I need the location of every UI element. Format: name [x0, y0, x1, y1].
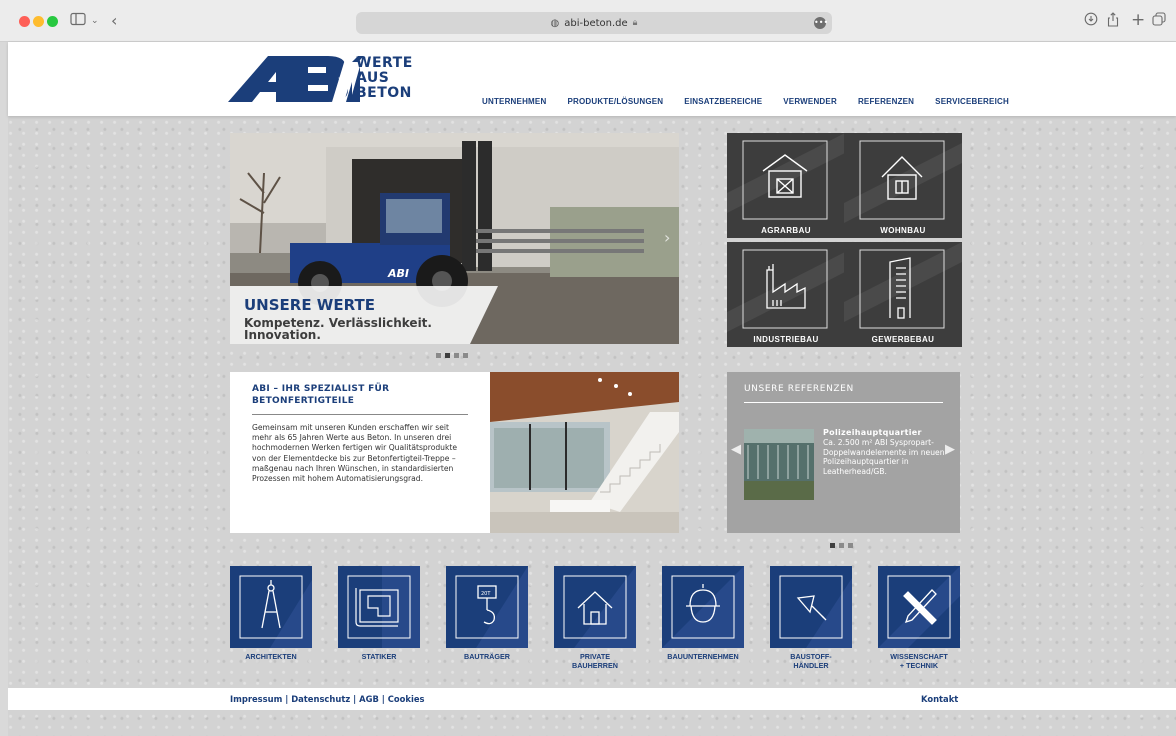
new-tab-icon[interactable]: + — [1131, 12, 1145, 29]
target-group-statiker[interactable]: STATIKER — [338, 566, 420, 661]
slider-dot[interactable] — [839, 543, 844, 548]
reference-title: Polizeihauptquartier — [823, 428, 922, 437]
nav-item-verwender[interactable]: VERWENDER — [783, 97, 837, 106]
tagline-line: AUS — [356, 70, 390, 86]
footer-link-cookies[interactable]: Cookies — [388, 694, 425, 704]
intro-body: Gemeinsam mit unseren Kunden erschaffen … — [252, 423, 458, 484]
target-group-private-bauherren[interactable]: PRIVATE BAUHERREN — [554, 566, 636, 670]
references-panel: UNSERE REFERENZEN ◀ Polizeihauptquartier… — [727, 372, 960, 533]
references-next-arrow[interactable]: ▶ — [945, 442, 955, 457]
references-title: UNSERE REFERENZEN — [744, 384, 854, 394]
target-group-label: PRIVATE BAUHERREN — [572, 652, 618, 670]
hero-slider[interactable]: ABI UNSERE WERTE Kompetenz. Verlässlichk… — [230, 133, 679, 344]
divider — [744, 402, 943, 403]
forklift-badge: ABI — [387, 267, 409, 280]
target-group-tile[interactable] — [338, 566, 420, 648]
hero-slider-dots — [436, 353, 468, 358]
target-group-bautraeger[interactable]: 20T BAUTRÄGER — [446, 566, 528, 661]
slider-dot[interactable] — [454, 353, 459, 358]
target-group-label: BAUUNTERNEHMEN — [667, 652, 739, 661]
slider-dot[interactable] — [436, 353, 441, 358]
target-group-tile[interactable] — [662, 566, 744, 648]
references-slider-dots — [830, 543, 853, 548]
main-navigation: UNTERNEHMEN PRODUKTE/LÖSUNGEN EINSATZBER… — [482, 97, 1030, 106]
category-tile-industriebau[interactable]: INDUSTRIEBAU — [727, 242, 845, 347]
category-tile-wohnbau[interactable]: WOHNBAU — [844, 133, 962, 238]
site-footer: Impressum | Datenschutz | AGB | Cookies … — [8, 688, 1176, 710]
footer-link-datenschutz[interactable]: Datenschutz — [291, 694, 350, 704]
target-group-label: BAUTRÄGER — [464, 652, 510, 661]
target-group-architekten[interactable]: ARCHITEKTEN — [230, 566, 312, 661]
slider-dot-active[interactable] — [830, 543, 835, 548]
tagline-line: WERTE — [356, 55, 413, 71]
nav-item-servicebereich[interactable]: SERVICEBEREICH — [935, 97, 1009, 106]
footer-link-agb[interactable]: AGB — [359, 694, 379, 704]
target-group-tile[interactable] — [878, 566, 960, 648]
target-group-tile[interactable] — [230, 566, 312, 648]
hero-subtitle: Kompetenz. Verlässlichkeit. Innovation. — [244, 316, 432, 342]
divider — [252, 414, 468, 415]
page-menu-icon[interactable]: ••• — [814, 17, 828, 29]
intro-panel: ABI – IHR SPEZIALIST FÜR BETONFERTIGTEIL… — [230, 372, 490, 533]
lock-icon: 🔒︎ — [632, 18, 638, 28]
maximize-window-button[interactable] — [47, 16, 58, 27]
sidebar-toggle-icon[interactable] — [70, 12, 86, 31]
minimize-window-button[interactable] — [33, 16, 44, 27]
category-tile-gewerbebau[interactable]: GEWERBEBAU — [844, 242, 962, 347]
website-page: WERTE AUS BETON UNTERNEHMEN PRODUKTE/LÖS… — [8, 42, 1176, 736]
footer-link-impressum[interactable]: Impressum — [230, 694, 282, 704]
share-icon[interactable] — [1107, 12, 1119, 32]
footer-separator: | — [350, 694, 360, 704]
trowel-icon — [796, 595, 827, 621]
nav-item-produkte[interactable]: PRODUKTE/LÖSUNGEN — [567, 97, 663, 106]
reference-image[interactable] — [744, 429, 814, 500]
footer-separator: | — [282, 694, 292, 704]
address-bar[interactable]: ◍ abi-beton.de 🔒︎ ••• — [356, 12, 832, 34]
url-text: abi-beton.de — [564, 17, 628, 29]
staircase-image — [490, 372, 679, 533]
tab-overview-icon[interactable] — [1152, 12, 1166, 31]
target-group-label: STATIKER — [361, 652, 397, 661]
intro-title: ABI – IHR SPEZIALIST FÜR BETONFERTIGTEIL… — [252, 384, 390, 406]
nav-item-referenzen[interactable]: REFERENZEN — [858, 97, 914, 106]
download-icon[interactable] — [1084, 12, 1098, 31]
slider-dot[interactable] — [463, 353, 468, 358]
tagline-line: BETON — [356, 85, 412, 101]
chevron-down-icon[interactable]: ⌄ — [91, 12, 99, 30]
logo-tagline: WERTE AUS BETON — [356, 56, 413, 101]
references-prev-arrow[interactable]: ◀ — [731, 442, 741, 457]
footer-link-kontakt[interactable]: Kontakt — [921, 694, 958, 704]
target-group-bauunternehmen[interactable]: BAUUNTERNEHMEN — [662, 566, 744, 661]
crane-hook-weight: 20T — [481, 591, 491, 597]
nav-item-einsatzbereiche[interactable]: EINSATZBEREICHE — [684, 97, 762, 106]
category-tile-agrarbau[interactable]: AGRARBAU — [727, 133, 845, 238]
category-label: WOHNBAU — [880, 226, 926, 235]
target-group-label: WISSENSCHAFT + TECHNIK — [890, 652, 948, 670]
target-group-label: BAUSTOFF- HÄNDLER — [790, 652, 832, 670]
target-group-tile[interactable] — [770, 566, 852, 648]
hero-next-arrow[interactable]: › — [664, 228, 670, 247]
footer-links: Impressum | Datenschutz | AGB | Cookies — [230, 694, 425, 704]
back-arrow-icon[interactable]: ‹ — [111, 12, 117, 30]
browser-toolbar: ⌄ ‹ ◍ abi-beton.de 🔒︎ ••• + — [0, 0, 1176, 42]
hero-title: UNSERE WERTE — [244, 296, 375, 314]
site-header: WERTE AUS BETON UNTERNEHMEN PRODUKTE/LÖS… — [8, 42, 1176, 116]
target-group-wissenschaft-technik[interactable]: WISSENSCHAFT + TECHNIK — [878, 566, 960, 670]
compass-icon — [261, 580, 281, 629]
target-group-tile[interactable]: 20T — [446, 566, 528, 648]
target-group-baustoffhaendler[interactable]: BAUSTOFF- HÄNDLER — [770, 566, 852, 670]
category-label: INDUSTRIEBAU — [753, 335, 819, 344]
slider-dot[interactable] — [848, 543, 853, 548]
target-group-tile[interactable] — [554, 566, 636, 648]
globe-icon: ◍ — [550, 17, 560, 29]
slider-dot-active[interactable] — [445, 353, 450, 358]
target-group-label: ARCHITEKTEN — [245, 652, 297, 661]
category-label: AGRARBAU — [761, 226, 811, 235]
reference-description: Ca. 2.500 m² ABI Syspropart-Doppelwandel… — [823, 438, 945, 476]
close-window-button[interactable] — [19, 16, 30, 27]
nav-item-unternehmen[interactable]: UNTERNEHMEN — [482, 97, 546, 106]
footer-separator: | — [378, 694, 388, 704]
category-label: GEWERBEBAU — [871, 335, 935, 344]
